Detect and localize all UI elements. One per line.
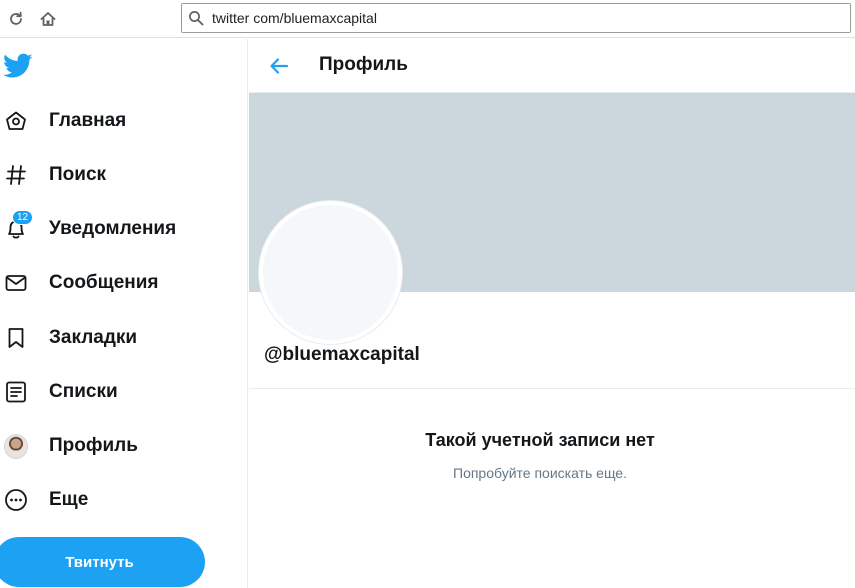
sidebar-item-label: Профиль	[49, 435, 138, 456]
empty-state-title: Такой учетной записи нет	[425, 430, 655, 450]
profile-header: Профиль	[249, 39, 855, 93]
profile-column: Профиль @bluemaxcapital Такой учетной за…	[249, 39, 855, 588]
sidebar-item-home[interactable]: Главная	[0, 99, 240, 143]
back-arrow-icon[interactable]	[267, 54, 291, 78]
browser-toolbar: twitter com/bluemaxcapital	[0, 0, 855, 38]
page-title: Профиль	[319, 54, 408, 75]
notification-badge: 12	[12, 210, 34, 225]
address-bar[interactable]: twitter com/bluemaxcapital	[181, 3, 851, 33]
sidebar-item-messages[interactable]: Сообщения	[0, 261, 240, 305]
sidebar-item-label: Закладки	[49, 327, 138, 348]
empty-state-subtitle: Попробуйте поискать еще.	[453, 465, 627, 481]
sidebar-item-more[interactable]: Еще	[0, 478, 240, 522]
divider	[249, 388, 855, 389]
sidebar-item-label: Уведомления	[49, 218, 177, 239]
sidebar-item-label: Еще	[49, 489, 89, 510]
profile-avatar[interactable]	[259, 201, 402, 344]
sidebar-item-label: Списки	[49, 381, 118, 402]
envelope-icon	[4, 271, 28, 295]
home-icon	[4, 109, 28, 133]
sidebar-item-bookmarks[interactable]: Закладки	[0, 316, 240, 360]
more-icon	[4, 488, 28, 512]
sidebar-item-notifications[interactable]: 12 Уведомления	[0, 207, 240, 251]
sidebar-item-search[interactable]: Поиск	[0, 153, 240, 197]
url-text: twitter com/bluemaxcapital	[212, 10, 377, 26]
profile-handle: @bluemaxcapital	[264, 344, 420, 365]
twitter-logo-icon[interactable]	[2, 53, 33, 79]
hashtag-icon	[4, 163, 28, 187]
reload-icon[interactable]	[6, 9, 26, 29]
bookmark-icon	[4, 326, 28, 350]
sidebar-item-profile[interactable]: Профиль	[0, 424, 240, 468]
avatar	[4, 433, 28, 459]
tweet-button[interactable]: Твитнуть	[0, 537, 205, 587]
sidebar-item-label: Главная	[49, 110, 127, 131]
sidebar-item-lists[interactable]: Списки	[0, 370, 240, 414]
sidebar-item-label: Сообщения	[49, 272, 159, 293]
sidebar: Главная Поиск 12 Уведомления Сообщения З…	[0, 39, 248, 588]
search-icon	[188, 10, 204, 26]
list-icon	[4, 380, 28, 404]
sidebar-item-label: Поиск	[49, 164, 107, 185]
browser-home-icon[interactable]	[38, 9, 58, 29]
